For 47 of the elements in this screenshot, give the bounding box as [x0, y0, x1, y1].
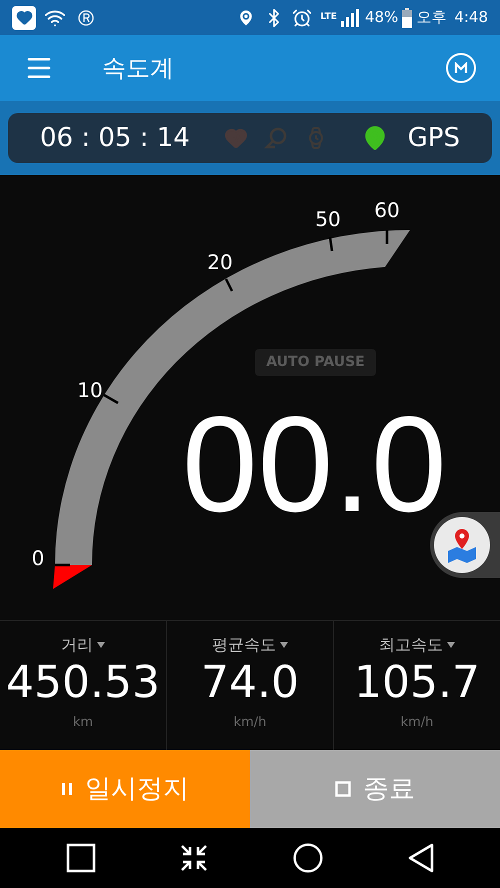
gauge-tick-label: 20 — [207, 250, 233, 274]
map-button[interactable] — [430, 512, 500, 578]
stat-label[interactable]: 거리 — [61, 633, 93, 657]
gauge-tick — [103, 394, 119, 404]
stat-value: 74.0 — [201, 657, 299, 709]
stat-value: 450.53 — [6, 657, 160, 709]
gauge-tick — [224, 278, 234, 292]
battery-percent: 48% — [364, 7, 398, 28]
auto-pause-badge: AUTO PAUSE — [255, 349, 376, 376]
stat-unit: km/h — [400, 714, 434, 732]
stat-unit: km — [72, 714, 94, 732]
heart-rate-icon — [224, 126, 248, 150]
stat-value: 105.7 — [354, 657, 480, 709]
stat-label[interactable]: 평균속도 — [212, 633, 276, 657]
gauge-tick-label: 0 — [32, 546, 44, 570]
registered-icon — [78, 10, 94, 26]
home-icon[interactable] — [292, 842, 324, 874]
gauge-tick-label: 50 — [315, 207, 341, 231]
stat-label[interactable]: 최고속도 — [379, 633, 443, 657]
gauge-tick-label: 10 — [77, 378, 103, 402]
gauge-tick — [328, 236, 334, 252]
elapsed-time: 06 : 05 : 14 — [40, 122, 190, 154]
map-pin-icon — [446, 527, 478, 563]
stat-unit: km/h — [234, 714, 266, 732]
clock-period: 오후 — [416, 7, 446, 28]
gauge-tick-label: 60 — [374, 198, 400, 222]
network-type: LTE — [320, 13, 337, 22]
dropdown-icon — [280, 642, 288, 648]
current-speed: 00.0 — [181, 387, 448, 542]
alarm-icon — [292, 8, 312, 28]
dropdown-icon — [97, 642, 105, 648]
pause-icon — [61, 782, 73, 796]
clock-time: 4:48 — [454, 7, 488, 28]
gauge-tick — [55, 564, 70, 566]
battery-icon — [402, 8, 412, 28]
dropdown-icon — [447, 642, 455, 648]
gps-label: GPS — [408, 122, 460, 154]
page-title: 속도계 — [102, 53, 174, 84]
profile-icon[interactable] — [446, 53, 476, 83]
collapse-icon[interactable] — [178, 843, 208, 873]
sensor-icon — [264, 126, 288, 150]
signal-icon — [340, 8, 361, 26]
gauge-tick — [386, 230, 388, 244]
back-icon[interactable] — [406, 843, 434, 873]
recents-icon[interactable] — [66, 843, 96, 873]
heart-app-icon — [12, 6, 36, 30]
stop-icon — [335, 781, 351, 797]
